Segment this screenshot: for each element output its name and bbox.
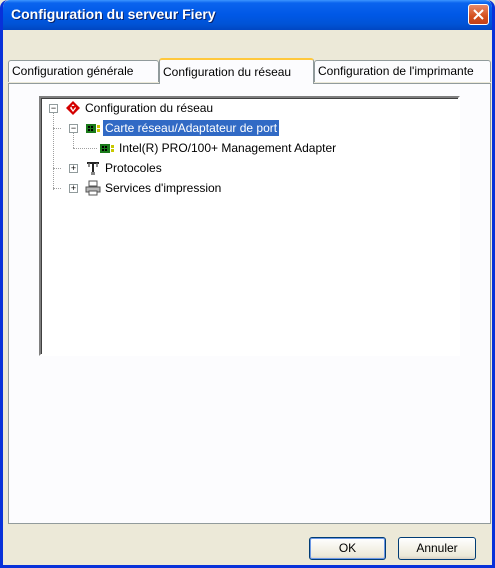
tree-label-protocols: Protocoles <box>105 161 162 175</box>
tree-label-network-adapter: Carte réseau/Adaptateur de port <box>103 120 280 136</box>
ok-button[interactable]: OK <box>309 537 386 560</box>
tab-strip: Configuration générale Configuration du … <box>3 30 492 85</box>
tab-general-configuration[interactable]: Configuration générale <box>8 60 159 82</box>
collapse-toggle[interactable]: − <box>49 104 58 113</box>
network-config-tree[interactable]: − Configuration du réseau − Carte réseau… <box>39 96 460 356</box>
tree-node-protocols[interactable]: + Protocoles <box>41 160 441 176</box>
tree-node-print-services[interactable]: + Services d'impression <box>41 180 441 196</box>
expand-toggle[interactable]: + <box>69 164 78 173</box>
expand-toggle[interactable]: + <box>69 184 78 193</box>
dialog-window: Configuration du serveur Fiery Configura… <box>0 0 495 568</box>
tab-printer-configuration[interactable]: Configuration de l'imprimante <box>314 60 491 82</box>
collapse-toggle[interactable]: − <box>69 124 78 133</box>
cancel-button[interactable]: Annuler <box>398 537 476 560</box>
close-button[interactable] <box>468 4 489 25</box>
tree-label-root: Configuration du réseau <box>85 101 214 115</box>
tree-node-intel-adapter[interactable]: Intel(R) PRO/100+ Management Adapter <box>41 140 441 156</box>
title-bar[interactable]: Configuration du serveur Fiery <box>3 0 492 30</box>
tree-node-root[interactable]: − Configuration du réseau <box>41 100 441 116</box>
tree-node-network-adapter[interactable]: − Carte réseau/Adaptateur de port <box>41 120 441 136</box>
tab-network-configuration[interactable]: Configuration du réseau <box>159 58 314 84</box>
printer-icon <box>85 180 101 196</box>
tab-panel: − Configuration du réseau − Carte réseau… <box>8 83 491 524</box>
network-card-icon <box>86 124 100 133</box>
close-icon <box>473 9 484 20</box>
tree-label-print-services: Services d'impression <box>105 181 222 195</box>
window-title: Configuration du serveur Fiery <box>11 6 216 22</box>
network-connector-icon <box>87 162 99 175</box>
tree-label-intel-adapter: Intel(R) PRO/100+ Management Adapter <box>119 141 337 155</box>
network-card-icon <box>100 144 114 153</box>
fiery-logo-icon <box>66 101 80 115</box>
